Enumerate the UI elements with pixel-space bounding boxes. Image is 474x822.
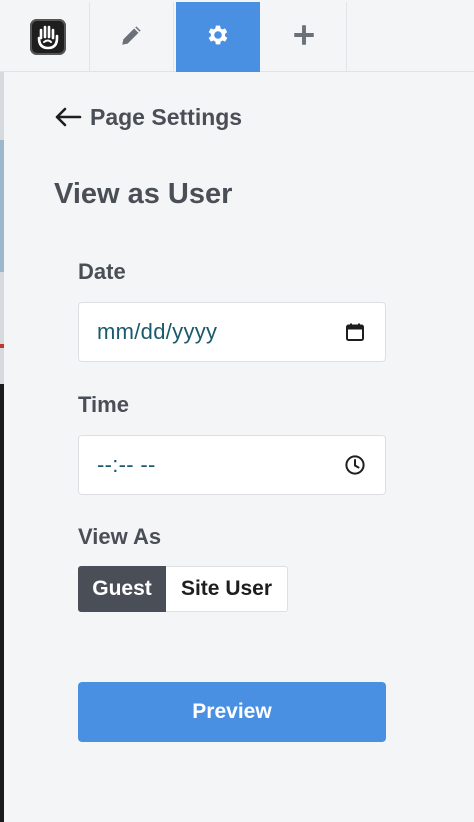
- pencil-icon: [119, 22, 145, 53]
- view-as-toggle: Guest Site User: [78, 566, 288, 612]
- panel-title: View as User: [54, 178, 233, 210]
- toolbar-spacer: [346, 2, 474, 72]
- concrete5-hand-icon: [29, 19, 66, 55]
- back-link[interactable]: Page Settings: [54, 102, 242, 132]
- edit-mode-button[interactable]: [90, 2, 174, 72]
- date-input[interactable]: mm/dd/yyyy: [78, 302, 386, 362]
- view-as-guest-button[interactable]: Guest: [78, 566, 166, 612]
- clock-icon[interactable]: [343, 453, 367, 477]
- logo-button[interactable]: [6, 2, 90, 72]
- page-settings-button[interactable]: [176, 2, 260, 72]
- gear-icon: [205, 22, 231, 53]
- time-label: Time: [78, 392, 129, 417]
- top-toolbar: [0, 0, 474, 72]
- plus-icon: [291, 22, 317, 53]
- view-as-label: View As: [78, 524, 162, 549]
- back-link-label: Page Settings: [90, 103, 243, 130]
- date-label: Date: [78, 259, 126, 284]
- arrow-left-icon: [54, 107, 82, 127]
- view-as-site-user-button[interactable]: Site User: [166, 566, 288, 612]
- calendar-icon[interactable]: [343, 320, 367, 344]
- preview-button[interactable]: Preview: [78, 682, 386, 742]
- date-placeholder: mm/dd/yyyy: [97, 319, 218, 344]
- time-input[interactable]: --:-- --: [78, 435, 386, 495]
- time-placeholder: --:-- --: [97, 452, 156, 477]
- add-content-button[interactable]: [262, 2, 346, 72]
